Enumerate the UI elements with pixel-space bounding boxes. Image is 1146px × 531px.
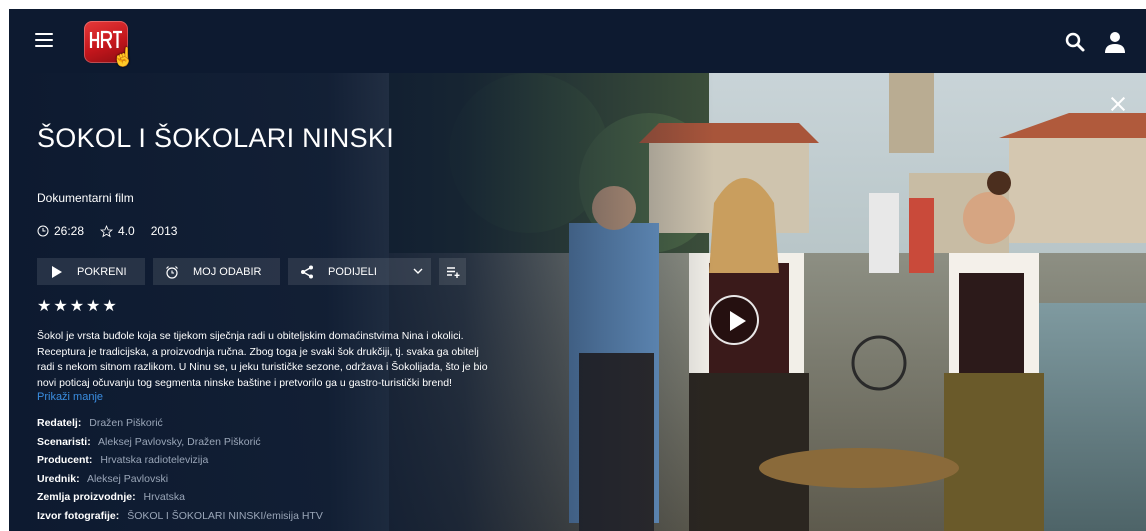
close-icon[interactable] [1109, 95, 1127, 113]
description: Šokol je vrsta buđole koja se tijekom si… [37, 330, 488, 389]
credit-value: Dražen Piškorić [89, 417, 163, 429]
show-less-link[interactable]: Prikaži manje [37, 391, 103, 403]
duration-value: 26:28 [54, 224, 85, 238]
user-icon[interactable] [1103, 30, 1127, 54]
credit-value: Hrvatska radiotelevizija [100, 454, 209, 466]
playlist-add-icon [446, 266, 459, 278]
hero-section: ŠOKOL I ŠOKOLARI NINSKI Dokumentarni fil… [9, 73, 1146, 531]
credit-row: Redatelj: Dražen Piškorić [37, 417, 323, 436]
alarm-clock-icon [166, 265, 178, 279]
action-buttons: POKRENI MOJ ODABIR PODIJELI [37, 258, 474, 285]
credit-value: Aleksej Pavlovsky, Dražen Piškorić [98, 435, 261, 448]
credit-row: Producent: Hrvatska radiotelevizija [37, 454, 323, 473]
star-rating[interactable]: ★★★★★ [37, 296, 119, 316]
top-bar: ☝ [9, 9, 1146, 73]
page-title: ŠOKOL I ŠOKOLARI NINSKI [37, 123, 395, 153]
credit-label: Producent: [37, 454, 93, 466]
genre-label: Dokumentarni film [37, 191, 134, 205]
year-value: 2013 [150, 224, 178, 238]
share-label: PODIJELI [328, 265, 377, 278]
clock-icon [37, 225, 49, 237]
play-icon [52, 265, 62, 278]
my-selection-label: MOJ ODABIR [193, 265, 262, 278]
play-button-label: POKRENI [77, 265, 127, 278]
credit-value: Hrvatska [143, 491, 185, 503]
meta-row: 26:28 4.0 2013 [37, 224, 193, 238]
rating: 4.0 [100, 224, 135, 238]
my-selection-button[interactable]: MOJ ODABIR [153, 258, 280, 285]
play-button[interactable]: POKRENI [37, 258, 145, 285]
year: 2013 [151, 224, 178, 238]
hand-cursor-icon: ☝ [112, 47, 135, 67]
credit-label: Zemlja proizvodnje: [37, 491, 136, 503]
star-outline-icon [100, 224, 114, 237]
credit-label: Urednik: [37, 472, 80, 485]
credits-list: Redatelj: Dražen Piškorić Scenaristi: Al… [37, 417, 323, 528]
credit-label: Redatelj: [37, 417, 82, 429]
hamburger-menu-icon[interactable] [35, 33, 53, 49]
chevron-down-icon [413, 268, 423, 274]
credit-row: Zemlja proizvodnje: Hrvatska [37, 491, 323, 510]
share-icon [301, 265, 313, 278]
share-button[interactable]: PODIJELI [288, 258, 431, 285]
rating-value: 4.0 [118, 224, 135, 238]
play-circle-icon[interactable] [709, 295, 759, 345]
search-icon[interactable] [1064, 31, 1086, 53]
credit-row: Urednik: Aleksej Pavlovski [37, 473, 323, 492]
credit-row: Izvor fotografije: ŠOKOL I ŠOKOLARI NINS… [37, 510, 323, 529]
credit-value: Aleksej Pavlovski [86, 472, 169, 485]
credit-row: Scenaristi: Aleksej Pavlovsky, Dražen Pi… [37, 436, 323, 455]
credit-label: Izvor fotografije: [37, 509, 120, 522]
app-window: ☝ ŠOKOL I ŠOKOLARI NINSKI Dokumentarni f… [9, 9, 1146, 531]
credit-label: Scenaristi: [37, 435, 91, 448]
add-to-playlist-button[interactable] [439, 258, 466, 285]
credit-value: ŠOKOL I ŠOKOLARI NINSKI/emisija HTV [127, 509, 323, 522]
duration: 26:28 [37, 224, 84, 238]
